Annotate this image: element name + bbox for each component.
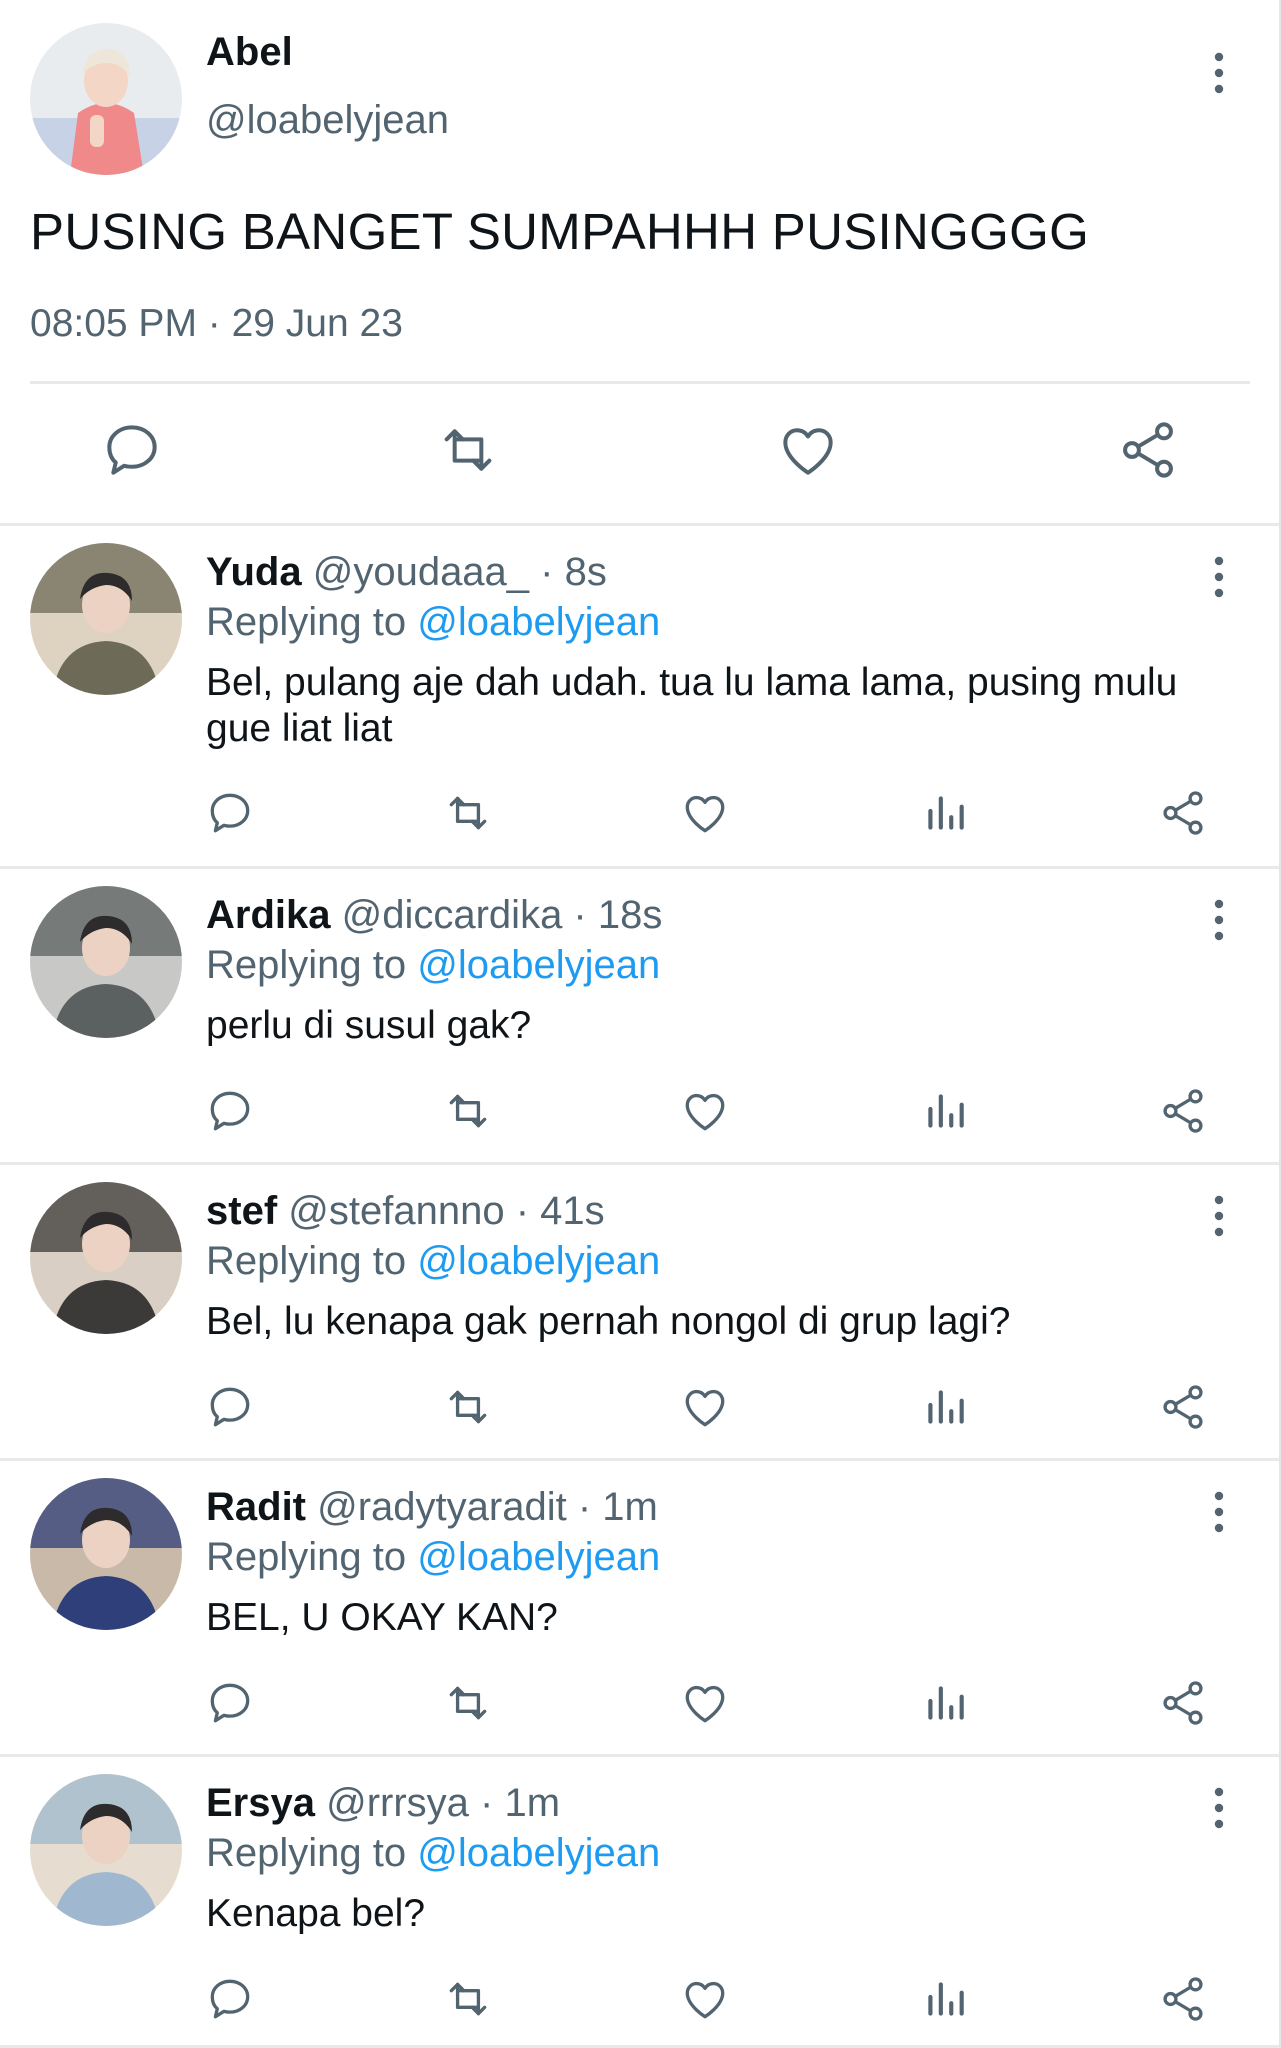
reply-header: Radit @radytyaradit · 1m xyxy=(206,1485,658,1530)
replying-to-line: Replying to @loabelyjean xyxy=(206,1239,660,1284)
retweet-icon[interactable] xyxy=(436,418,500,482)
like-icon[interactable] xyxy=(680,1974,730,2024)
reply-actions xyxy=(0,1974,1279,2030)
retweet-icon[interactable] xyxy=(443,788,493,838)
like-icon[interactable] xyxy=(680,1086,730,1136)
retweet-icon[interactable] xyxy=(443,1974,493,2024)
like-icon[interactable] xyxy=(680,788,730,838)
reply-header: Ersya @rrrsya · 1m xyxy=(206,1781,560,1826)
mention-link[interactable]: @loabelyjean xyxy=(417,600,660,644)
replying-to-label: Replying to xyxy=(206,1535,407,1579)
reply-header: Ardika @diccardika · 18s xyxy=(206,893,662,938)
reply-tweet[interactable]: Radit @radytyaradit · 1m Replying to @loa… xyxy=(0,1461,1279,1757)
reply-author-name[interactable]: Radit xyxy=(206,1485,306,1529)
divider xyxy=(30,381,1250,384)
views-icon[interactable] xyxy=(920,1382,970,1432)
share-icon[interactable] xyxy=(1158,1678,1208,1728)
reply-handle-time[interactable]: @stefannno · 41s xyxy=(288,1189,604,1233)
reply-actions xyxy=(0,1086,1279,1142)
more-options-icon[interactable] xyxy=(1204,552,1234,602)
like-icon[interactable] xyxy=(680,1382,730,1432)
reply-author-name[interactable]: stef xyxy=(206,1189,277,1233)
replying-to-label: Replying to xyxy=(206,943,407,987)
replying-to-label: Replying to xyxy=(206,1239,407,1283)
like-icon[interactable] xyxy=(776,418,840,482)
reply-icon[interactable] xyxy=(205,1974,255,2024)
reply-tweet[interactable]: stef @stefannno · 41s Replying to @loabel… xyxy=(0,1165,1279,1461)
avatar[interactable] xyxy=(30,1774,182,1926)
avatar[interactable] xyxy=(30,23,182,175)
tweet-timestamp[interactable]: 08:05 PM · 29 Jun 23 xyxy=(30,302,403,346)
views-icon[interactable] xyxy=(920,1086,970,1136)
views-icon[interactable] xyxy=(920,1974,970,2024)
reply-tweet[interactable]: Ersya @rrrsya · 1m Replying to @loabelyje… xyxy=(0,1757,1279,2048)
reply-header: stef @stefannno · 41s xyxy=(206,1189,605,1234)
share-icon[interactable] xyxy=(1158,1382,1208,1432)
reply-header: Yuda @youdaaa_ · 8s xyxy=(206,550,607,595)
more-options-icon[interactable] xyxy=(1204,1191,1234,1241)
reply-icon[interactable] xyxy=(205,1678,255,1728)
more-options-icon[interactable] xyxy=(1204,1487,1234,1537)
reply-text: BEL, U OKAY KAN? xyxy=(206,1596,558,1639)
tweet-text: PUSING BANGET SUMPAHHH PUSINGGGG xyxy=(30,203,1090,260)
reply-text: Bel, lu kenapa gak pernah nongol di grup… xyxy=(206,1300,1011,1343)
mention-link[interactable]: @loabelyjean xyxy=(417,943,660,987)
reply-actions xyxy=(0,1678,1279,1734)
replying-to-label: Replying to xyxy=(206,600,407,644)
reply-tweet[interactable]: Ardika @diccardika · 18s Replying to @loa… xyxy=(0,869,1279,1165)
reply-text: Kenapa bel? xyxy=(206,1892,426,1935)
reply-icon[interactable] xyxy=(205,1086,255,1136)
reply-author-name[interactable]: Ardika xyxy=(206,893,331,937)
reply-actions xyxy=(0,1382,1279,1438)
main-tweet: Abel @loabelyjean PUSING BANGET SUMPAHHH… xyxy=(0,0,1279,524)
share-icon[interactable] xyxy=(1158,788,1208,838)
views-icon[interactable] xyxy=(920,1678,970,1728)
reply-icon[interactable] xyxy=(205,788,255,838)
replying-to-line: Replying to @loabelyjean xyxy=(206,1831,660,1876)
avatar[interactable] xyxy=(30,1478,182,1630)
mention-link[interactable]: @loabelyjean xyxy=(417,1831,660,1875)
replying-to-line: Replying to @loabelyjean xyxy=(206,600,660,645)
replying-to-line: Replying to @loabelyjean xyxy=(206,943,660,988)
author-name[interactable]: Abel xyxy=(206,30,293,75)
author-handle[interactable]: @loabelyjean xyxy=(206,98,449,143)
reply-author-name[interactable]: Ersya xyxy=(206,1781,315,1825)
reply-text: perlu di susul gak? xyxy=(206,1004,532,1047)
reply-text: Bel, pulang aje dah udah. tua lu lama la… xyxy=(206,661,1178,750)
share-icon[interactable] xyxy=(1116,418,1180,482)
retweet-icon[interactable] xyxy=(443,1382,493,1432)
avatar[interactable] xyxy=(30,543,182,695)
share-icon[interactable] xyxy=(1158,1086,1208,1136)
reply-tweet[interactable]: Yuda @youdaaa_ · 8s Replying to @loabelyj… xyxy=(0,526,1279,869)
more-options-icon[interactable] xyxy=(1204,48,1234,98)
reply-actions xyxy=(0,788,1279,844)
views-icon[interactable] xyxy=(920,788,970,838)
reply-handle-time[interactable]: @radytyaradit · 1m xyxy=(317,1485,658,1529)
replying-to-line: Replying to @loabelyjean xyxy=(206,1535,660,1580)
replying-to-label: Replying to xyxy=(206,1831,407,1875)
mention-link[interactable]: @loabelyjean xyxy=(417,1535,660,1579)
more-options-icon[interactable] xyxy=(1204,895,1234,945)
like-icon[interactable] xyxy=(680,1678,730,1728)
tweet-actions xyxy=(0,418,1279,488)
tweet-thread-page: Abel @loabelyjean PUSING BANGET SUMPAHHH… xyxy=(0,0,1281,2048)
share-icon[interactable] xyxy=(1158,1974,1208,2024)
retweet-icon[interactable] xyxy=(443,1086,493,1136)
reply-handle-time[interactable]: @diccardika · 18s xyxy=(342,893,663,937)
reply-author-name[interactable]: Yuda xyxy=(206,550,302,594)
reply-icon[interactable] xyxy=(100,418,164,482)
retweet-icon[interactable] xyxy=(443,1678,493,1728)
reply-icon[interactable] xyxy=(205,1382,255,1432)
reply-handle-time[interactable]: @rrrsya · 1m xyxy=(326,1781,560,1825)
avatar[interactable] xyxy=(30,886,182,1038)
reply-handle-time[interactable]: @youdaaa_ · 8s xyxy=(313,550,607,594)
more-options-icon[interactable] xyxy=(1204,1783,1234,1833)
avatar[interactable] xyxy=(30,1182,182,1334)
mention-link[interactable]: @loabelyjean xyxy=(417,1239,660,1283)
